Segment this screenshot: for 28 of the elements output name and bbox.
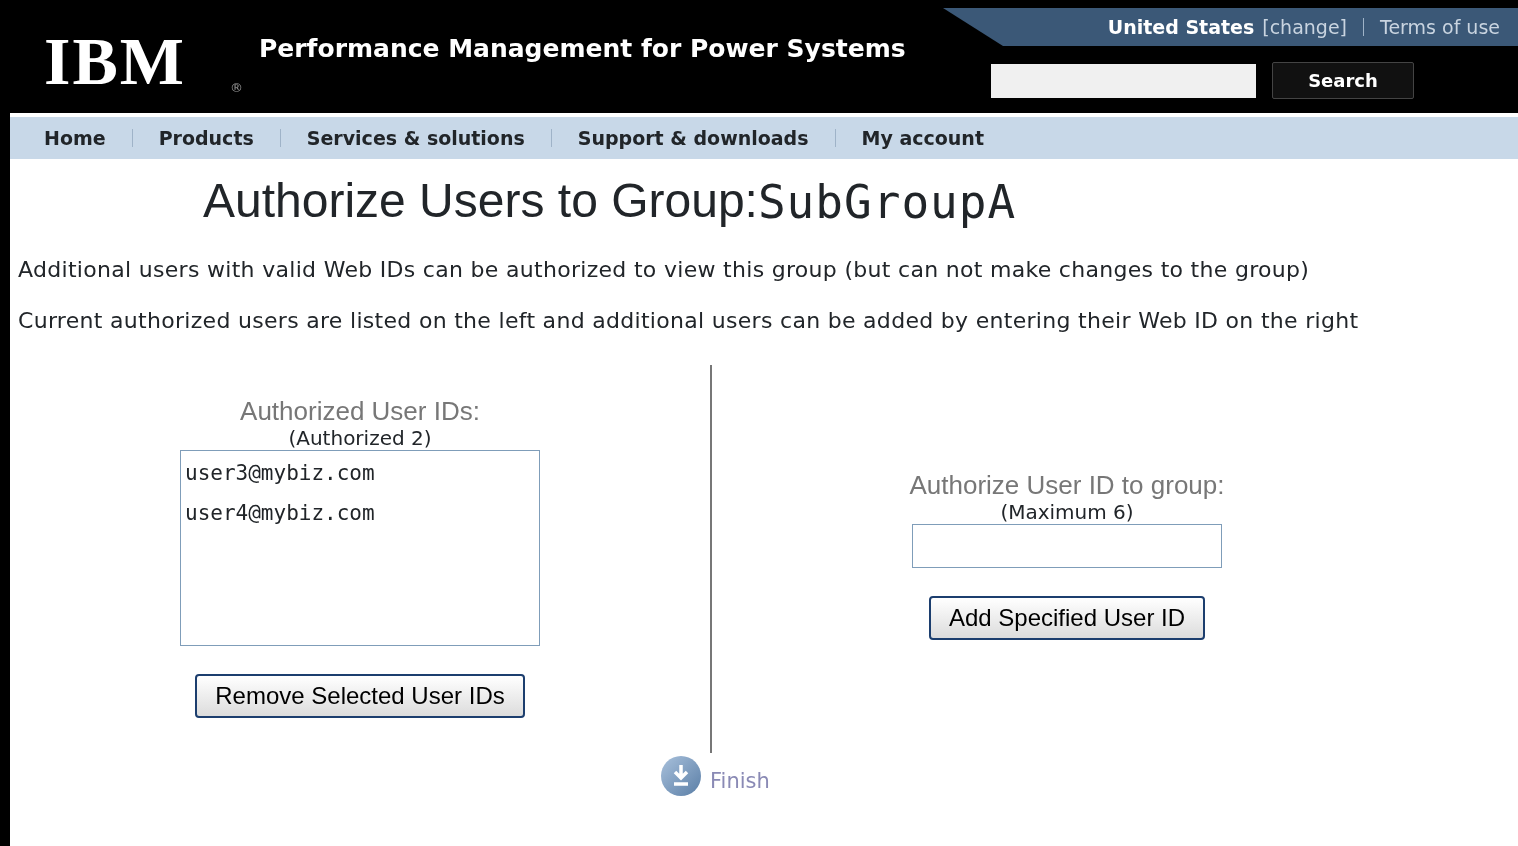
page-heading: Authorize Users to Group: xyxy=(203,173,758,229)
list-option[interactable]: user3@mybiz.com xyxy=(185,452,535,493)
search-button[interactable]: Search xyxy=(1272,62,1414,99)
site-title: Performance Management for Power Systems xyxy=(259,32,906,65)
nav-link[interactable]: Products xyxy=(158,123,254,153)
registered-mark: ® xyxy=(230,78,243,97)
nav-link[interactable]: Services & solutions xyxy=(306,123,525,153)
intro-text: Current authorized users are listed on the left and additional users can be added by entering their Web ID on the right xyxy=(18,307,1360,335)
intro-text: Additional users with valid Web IDs can be authorized to view this group (but can not make changes to the group) xyxy=(18,256,1311,284)
user-id-field[interactable] xyxy=(912,523,1222,568)
country-label: United States xyxy=(1107,14,1255,40)
group-name: SubGroupA xyxy=(757,174,1017,231)
nav-link[interactable]: Support & downloads xyxy=(577,123,809,153)
nav-link[interactable]: Home xyxy=(44,123,106,153)
field-label: Authorize User ID to group: xyxy=(909,471,1225,500)
download-icon[interactable] xyxy=(660,755,702,797)
add-button[interactable]: Add Specified User ID xyxy=(928,595,1206,640)
list-option[interactable]: user4@mybiz.com xyxy=(185,492,535,533)
count-label: (Authorized 2) xyxy=(288,425,432,450)
terms-link[interactable]: Terms of use xyxy=(1380,12,1500,42)
list-label: Authorized User IDs: xyxy=(240,397,480,426)
user-list[interactable]: user3@mybiz.com user4@mybiz.com xyxy=(180,449,540,646)
logo[interactable]: IBM xyxy=(44,26,186,95)
remove-button[interactable]: Remove Selected User IDs xyxy=(195,673,525,718)
nav-link[interactable]: My account xyxy=(861,123,984,153)
change-link[interactable]: [change] xyxy=(1262,12,1347,42)
limit-label: (Maximum 6) xyxy=(1000,499,1134,524)
search-field[interactable] xyxy=(991,63,1256,98)
